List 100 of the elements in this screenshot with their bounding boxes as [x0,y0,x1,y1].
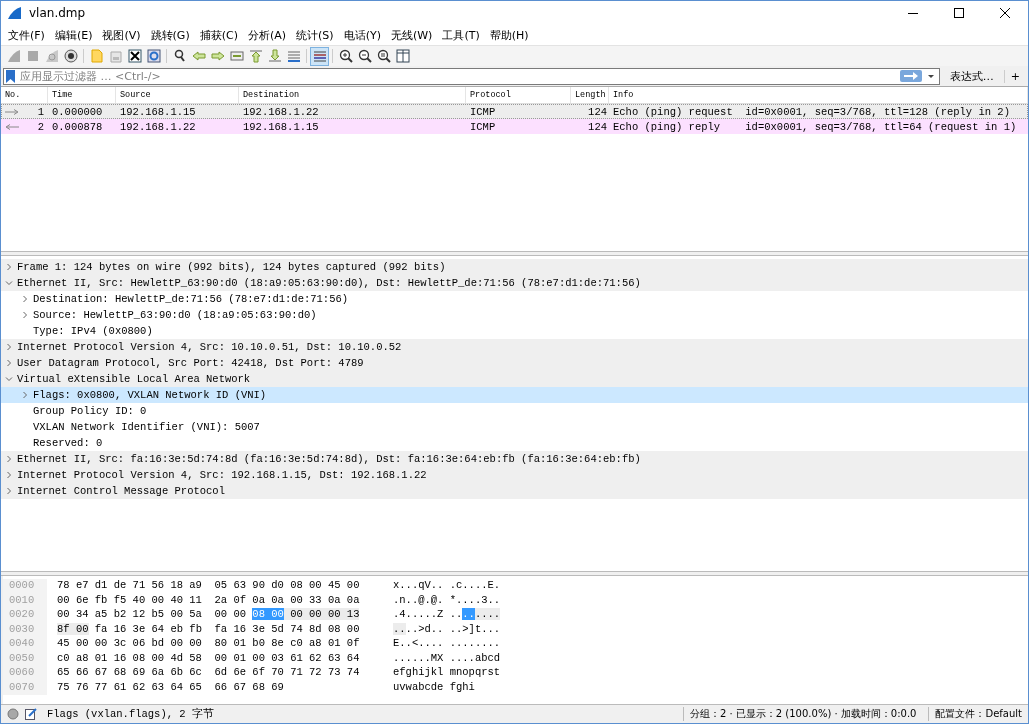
table-cell-text: 192.168.1.22 [242,105,320,118]
table-cell-text: 0.000878 [51,120,104,133]
collapsed-caret-icon[interactable] [21,391,29,399]
expression-button[interactable]: 表达式… [945,68,998,84]
packet-row[interactable]: 2 0.000878 192.168.1.22 192.168.1.15 ICMP 124 Echo (ping) reply id=0x0001, seq=3/768, ttl=64 (request in 1) [1,119,1028,134]
tree-item[interactable]: Ethernet II, Src: HewlettP_63:90:d0 (18:a9:05:63:90:d0), Dst: HewlettP_de:71:56 (78:e7:d1:de:71:56) [1,275,1028,291]
menu-item[interactable]: 文件(F) [3,27,50,43]
column-header[interactable]: Info [609,87,1028,103]
collapsed-caret-icon[interactable] [21,295,29,303]
tree-item[interactable]: Virtual eXtensible Local Area Network [1,371,1028,387]
column-header[interactable]: Length [571,87,609,103]
column-header[interactable]: Destination [239,87,466,103]
table-cell-text: 192.168.1.15 [119,105,197,118]
fin-icon [6,49,21,63]
tree-item[interactable]: Reserved: 0 [1,435,1028,451]
fin-icon [44,49,59,63]
collapsed-caret-icon[interactable] [21,311,29,319]
column-header[interactable]: No. [1,87,48,103]
tree-item[interactable]: VXLAN Network Identifier (VNI): 5007 [1,419,1028,435]
expanded-caret-icon[interactable] [5,279,13,287]
tree-item[interactable]: User Datagram Protocol, Src Port: 42418, Dst Port: 4789 [1,355,1028,371]
status-circle-icon[interactable] [7,708,19,720]
tree-text: Flags: 0x0800, VXLAN Network ID (VNI) [33,389,267,401]
tree-item[interactable]: Destination: HewlettP_de:71:56 (78:e7:d1:de:71:56) [1,291,1028,307]
menu-item[interactable]: 工具(T) [437,27,485,43]
app-icon [7,6,23,20]
tree-item[interactable]: Internet Protocol Version 4, Src: 192.168.1.15, Dst: 192.168.1.22 [1,467,1028,483]
ascii-bytes: .. [462,608,475,620]
tree-item[interactable]: Source: HewlettP_63:90:d0 (18:a9:05:63:90:d0) [1,307,1028,323]
search-icon [172,49,187,63]
menu-item[interactable]: 编辑(E) [49,27,98,43]
offset-label: 0040 [3,637,47,652]
table-cell-text: ICMP [469,105,497,118]
gear-icon [63,49,78,63]
collapsed-caret-icon[interactable] [5,455,13,463]
tree-item[interactable]: Flags: 0x0800, VXLAN Network ID (VNI) [1,387,1028,403]
menu-item[interactable]: 无线(W) [385,27,438,43]
tree-item[interactable]: Group Policy ID: 0 [1,403,1028,419]
menu-item[interactable]: 跳转(G) [145,27,195,43]
hex-bytes: 78 e7 d1 de 71 56 18 a9 05 63 90 d0 08 00 45 00 [57,579,360,591]
packet-stats: 分组：2 · 已显示：2 (100.0%) · 加载时间：0:0.0 [689,707,918,721]
profile-label[interactable]: 配置文件：Default [935,707,1028,721]
ascii-bytes: .. [393,622,406,635]
menu-item[interactable]: 统计(S) [291,27,339,43]
collapsed-caret-icon[interactable] [5,359,13,367]
folder-icon [89,49,104,63]
packet-row[interactable]: 1 0.000000 192.168.1.15 192.168.1.22 ICMP 124 Echo (ping) request id=0x0001, seq=3/768, ttl=128 (reply in 2) [1,104,1028,119]
add-filter-button[interactable]: + [1003,69,1026,83]
tree-item[interactable]: Frame 1: 124 bytes on wire (992 bits), 124 bytes captured (992 bits) [1,259,1028,275]
left-arrow-icon [191,49,206,63]
table-cell-text: 124 [587,120,608,133]
hex-bytes: 8f 00 [57,622,89,635]
tree-text: User Datagram Protocol, Src Port: 42418, Dst Port: 4789 [17,357,364,369]
document-icon [108,49,123,63]
toolbar-button[interactable] [61,46,80,66]
hex-bytes: 65 66 67 68 69 6a 6b 6c 6d 6e 6f 70 71 72 73 74 [57,666,360,678]
collapsed-caret-icon[interactable] [5,487,13,495]
tree-item[interactable]: Ethernet II, Src: fa:16:3e:5d:74:8d (fa:16:3e:5d:74:8d), Dst: fa:16:3e:64:eb:fb (fa:16:3e:64:eb:fb) [1,451,1028,467]
tree-text: Ethernet II, Src: HewlettP_63:90:d0 (18:a9:05:63:90:d0), Dst: HewlettP_de:71:56 (78:e7:d1:de:71:56) [17,277,641,289]
right-arrow-icon [5,108,19,115]
tree-text: Frame 1: 124 bytes on wire (992 bits), 124 bytes captured (992 bits) [17,261,446,273]
menu-item[interactable]: 视图(V) [97,27,146,43]
hex-bytes: 45 00 00 3c 06 bd 00 00 80 01 b0 8e c0 a8 01 0f [57,637,360,649]
tree-text: Type: IPv4 (0x0800) [33,325,153,337]
toolbar-button[interactable] [125,46,144,66]
tree-text: Internet Protocol Version 4, Src: 192.168.1.15, Dst: 192.168.1.22 [17,469,427,481]
tree-item[interactable]: Internet Protocol Version 4, Src: 10.10.0.51, Dst: 10.10.0.52 [1,339,1028,355]
hex-bytes: 00 6e fb f5 40 00 40 11 2a 0f 0a 0a 00 33 0a 0a [57,593,360,606]
tree-item[interactable]: Type: IPv4 (0x0800) [1,323,1028,339]
field-info: Flags (vxlan.flags), 2 字节 [47,707,214,721]
expanded-caret-icon[interactable] [5,375,13,383]
ascii-bytes: .4.....Z .. [393,608,463,620]
edit-icon[interactable] [25,708,37,720]
hex-bytes: 08 00 [252,608,284,620]
zoom-out-icon [357,49,372,63]
filter-field[interactable]: 应用显示过滤器 … <Ctrl-/> [3,67,940,85]
column-header[interactable]: Source [116,87,239,103]
hex-bytes: 00 34 a5 b2 12 b5 00 5a 00 00 [57,608,248,620]
collapsed-caret-icon[interactable] [5,343,13,351]
column-header[interactable]: Protocol [466,87,571,103]
column-header[interactable]: Time [48,87,116,103]
table-cell-text: 1 [37,105,45,118]
menu-item[interactable]: 帮助(H) [484,27,534,43]
collapsed-caret-icon[interactable] [5,471,13,479]
columns-icon [395,49,410,63]
menu-item[interactable]: 电话(Y) [338,27,386,43]
table-cell-text: Echo (ping) reply id=0x0001, seq=3/768, ttl=64 (request in 1) [612,120,1018,133]
menu-item[interactable]: 分析(A) [242,27,292,43]
menu-item[interactable]: 捕获(C) [194,27,243,43]
bookmark-icon[interactable] [6,69,15,83]
close-file-icon [127,49,142,63]
tree-item[interactable]: Internet Control Message Protocol [1,483,1028,499]
ascii-bytes: E..<.... ........ [393,637,501,649]
tree-text: Group Policy ID: 0 [33,405,147,417]
ascii-bytes: uvwabcde fghi [393,680,475,693]
table-cell-text: ICMP [469,120,497,133]
collapsed-caret-icon[interactable] [5,263,13,271]
tree-text: VXLAN Network Identifier (VNI): 5007 [33,421,260,433]
table-cell-text: 192.168.1.15 [242,120,320,133]
ascii-bytes: .n..@.@. *....3.. [393,593,501,606]
